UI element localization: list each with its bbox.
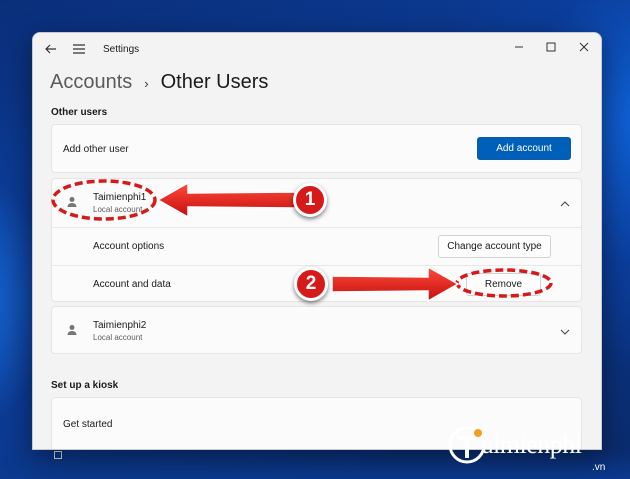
breadcrumb-accounts[interactable]: Accounts: [50, 71, 132, 94]
taimienphi-logo-icon: [448, 424, 486, 466]
maximize-icon[interactable]: [540, 37, 562, 57]
watermark: aimienphi .vn: [444, 420, 630, 479]
watermark-brand: aimienphi: [482, 430, 582, 459]
step-badge-1: 1: [293, 183, 327, 217]
account-and-data-label: Account and data: [93, 279, 171, 290]
chevron-down-icon[interactable]: [559, 325, 571, 337]
close-icon[interactable]: [573, 37, 595, 57]
person-icon: [65, 195, 79, 209]
user-card-taimienphi2[interactable]: Taimienphi2 Local account: [51, 306, 582, 354]
breadcrumb: Accounts › Other Users: [50, 67, 268, 97]
user-name: Taimienphi1: [93, 192, 147, 203]
add-other-user-card: Add other user Add account: [51, 124, 582, 173]
divider: [52, 265, 581, 266]
add-account-button[interactable]: Add account: [477, 137, 571, 160]
change-account-type-button[interactable]: Change account type: [438, 235, 551, 258]
kiosk-heading: Set up a kiosk: [51, 380, 119, 391]
add-other-user-label: Add other user: [63, 144, 129, 155]
hamburger-menu-icon[interactable]: [71, 41, 87, 57]
watermark-domain: .vn: [592, 462, 606, 473]
window-title: Settings: [103, 44, 140, 55]
divider: [52, 227, 581, 228]
user-name: Taimienphi2: [93, 320, 147, 331]
person-icon: [65, 323, 79, 337]
get-started-label: Get started: [63, 419, 113, 430]
remove-button[interactable]: Remove: [466, 273, 541, 296]
breadcrumb-separator: ›: [144, 75, 149, 91]
back-arrow-icon[interactable]: [43, 41, 59, 57]
minimize-icon[interactable]: [508, 37, 530, 57]
page-title: Other Users: [160, 70, 269, 93]
title-bar: Settings: [33, 33, 601, 65]
other-users-heading: Other users: [51, 107, 108, 118]
user-account-type: Local account: [93, 205, 143, 214]
taskbar-icon[interactable]: [54, 451, 62, 459]
user-account-type: Local account: [93, 333, 143, 342]
settings-window: Settings Accounts › Other Users Other us…: [32, 32, 602, 450]
step-badge-2: 2: [294, 267, 328, 301]
account-options-label: Account options: [93, 241, 165, 252]
chevron-up-icon[interactable]: [559, 197, 571, 209]
